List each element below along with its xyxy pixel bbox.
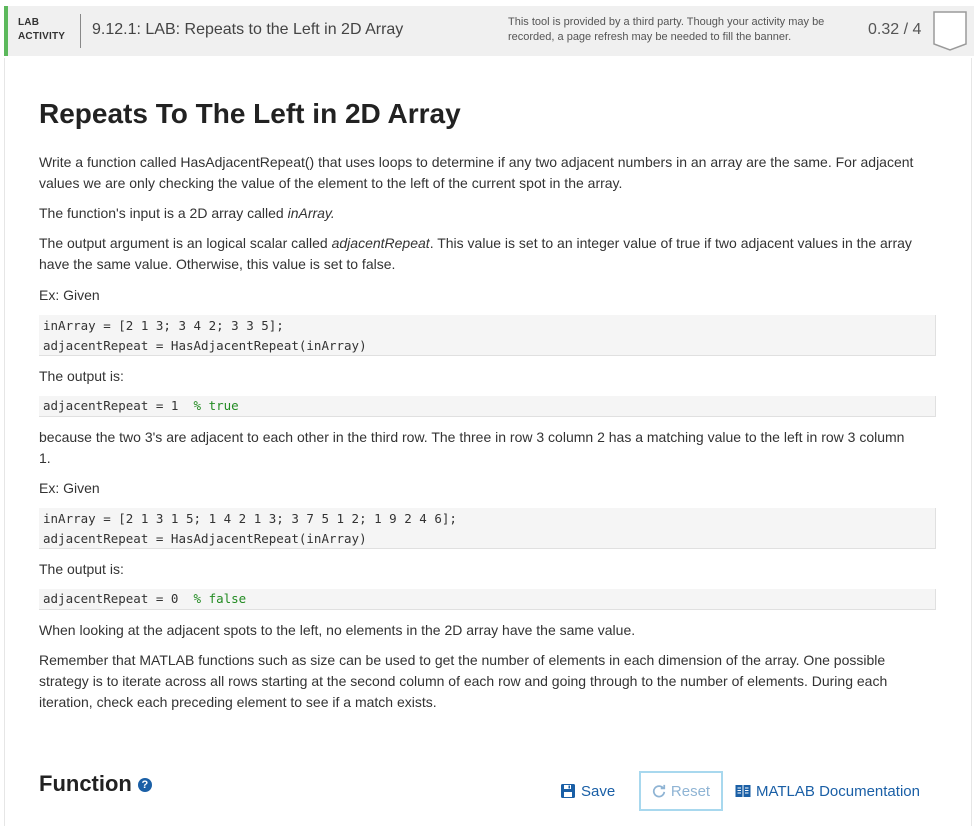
banner-divider <box>80 14 81 48</box>
example-2-code: inArray = [2 1 3 1 5; 1 4 2 1 3; 3 7 5 1… <box>39 508 936 549</box>
page-title: Repeats To The Left in 2D Array <box>39 98 461 129</box>
example-2-label: Ex: Given <box>39 480 100 496</box>
completion-badge-icon <box>933 11 967 51</box>
code-line: inArray = [2 1 3 1 5; 1 4 2 1 3; 3 7 5 1… <box>43 511 457 526</box>
function-section-title: Function? <box>39 771 152 797</box>
example-1-explanation: because the two 3's are adjacent to each… <box>39 429 905 466</box>
reset-icon <box>652 784 666 798</box>
output-label-2: The output is: <box>39 561 124 577</box>
example-1-code: inArray = [2 1 3; 3 4 2; 3 3 5]; adjacent… <box>39 315 936 356</box>
lab-title: 9.12.1: LAB: Repeats to the Left in 2D A… <box>92 21 404 38</box>
lab-activity-tag: LAB ACTIVITY <box>18 16 65 44</box>
code-line: adjacentRepeat = HasAdjacentRepeat(inArr… <box>43 531 367 546</box>
output-var-name: adjacentRepeat <box>331 235 430 251</box>
score-display: 0.32 / 4 <box>868 21 922 38</box>
input-description-text: The function's input is a 2D array calle… <box>39 205 288 221</box>
lab-tag-line2: ACTIVITY <box>18 31 66 42</box>
intro-paragraph: Write a function called HasAdjacentRepea… <box>39 154 914 191</box>
output-label-1: The output is: <box>39 368 124 384</box>
input-description: The function's input is a 2D array calle… <box>39 203 919 224</box>
output-description: The output argument is an logical scalar… <box>39 233 919 275</box>
save-button[interactable]: Save <box>560 771 615 811</box>
lab-tag-line1: LAB <box>18 17 40 28</box>
example-2-output-code: adjacentRepeat = 0 % false <box>39 589 936 610</box>
example-2-explanation: When looking at the adjacent spots to th… <box>39 622 636 638</box>
lab-banner: LAB ACTIVITY 9.12.1: LAB: Repeats to the… <box>4 6 974 56</box>
documentation-label: MATLAB Documentation <box>756 782 920 800</box>
reset-label: Reset <box>670 782 711 800</box>
function-title-text: Function <box>39 771 132 796</box>
input-var-name: inArray. <box>287 205 335 221</box>
example-1-output-code: adjacentRepeat = 1 % true <box>39 396 936 417</box>
question-circle-icon[interactable]: ? <box>137 778 152 792</box>
example-1-label: Ex: Given <box>39 287 100 303</box>
strategy-paragraph: Remember that MATLAB functions such as s… <box>39 652 888 710</box>
reset-button[interactable]: Reset <box>639 771 723 811</box>
book-icon <box>735 785 751 797</box>
code-line: inArray = [2 1 3; 3 4 2; 3 3 5]; <box>43 318 284 333</box>
third-party-notice: This tool is provided by a third party. … <box>508 16 825 43</box>
code-comment: % true <box>193 398 239 413</box>
matlab-documentation-link[interactable]: MATLAB Documentation <box>735 771 920 811</box>
save-icon <box>561 784 575 798</box>
code-line: adjacentRepeat = 0 <box>43 591 194 606</box>
code-line: adjacentRepeat = HasAdjacentRepeat(inArr… <box>43 338 367 353</box>
code-line: adjacentRepeat = 1 <box>43 398 194 413</box>
output-description-prefix: The output argument is an logical scalar… <box>39 235 332 251</box>
code-comment: % false <box>193 591 247 606</box>
save-label: Save <box>581 782 616 800</box>
